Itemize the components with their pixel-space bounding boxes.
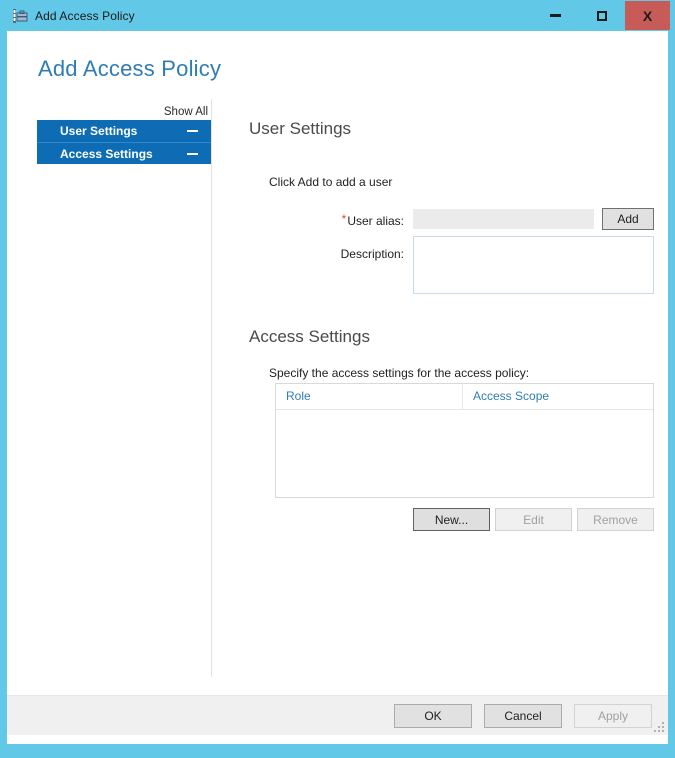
access-settings-actions: New... Edit Remove <box>413 508 654 531</box>
nav-list: User Settings Access Settings <box>37 120 211 164</box>
apply-button[interactable]: Apply <box>574 704 652 728</box>
window-controls: X <box>533 1 670 30</box>
listview-body <box>276 410 653 498</box>
close-icon: X <box>642 7 653 24</box>
required-marker: * <box>341 212 347 226</box>
description-textarea[interactable] <box>413 236 654 294</box>
section-title-user-settings: User Settings <box>249 119 352 138</box>
listview-header: Role Access Scope <box>276 384 653 410</box>
dialog-client-area: Add Access Policy Show All User Settings… <box>7 31 668 744</box>
sidebar-item-user-settings[interactable]: User Settings <box>37 120 211 142</box>
sidebar-item-label: Access Settings <box>60 146 153 161</box>
title-bar[interactable]: Add Access Policy X <box>0 0 675 31</box>
user-settings-hint: Click Add to add a user <box>269 175 393 189</box>
close-button[interactable]: X <box>625 1 670 30</box>
sidebar-item-label: User Settings <box>60 124 138 138</box>
minimize-button[interactable] <box>533 1 578 30</box>
page-title: Add Access Policy <box>38 56 222 81</box>
footer-buttons: OK Cancel Apply <box>394 704 652 728</box>
description-label: Description: <box>340 247 404 261</box>
collapse-minus-icon[interactable] <box>187 130 198 132</box>
window-title: Add Access Policy <box>35 8 135 23</box>
remove-button[interactable]: Remove <box>577 508 654 531</box>
nav-content-divider <box>211 99 212 677</box>
dialog-footer: OK Cancel Apply <box>7 695 668 735</box>
edit-button[interactable]: Edit <box>495 508 572 531</box>
user-alias-input[interactable] <box>413 209 594 229</box>
settings-nav: Show All User Settings Access Settings <box>37 102 211 164</box>
add-user-button[interactable]: Add <box>602 208 654 230</box>
show-all-link[interactable]: Show All <box>164 106 208 118</box>
title-bar-left: Add Access Policy <box>12 0 135 31</box>
ok-button[interactable]: OK <box>394 704 472 728</box>
resize-grip[interactable] <box>652 720 664 732</box>
column-header-role[interactable]: Role <box>276 384 462 409</box>
collapse-minus-icon[interactable] <box>187 152 198 155</box>
new-button[interactable]: New... <box>413 508 490 531</box>
minimize-icon <box>550 14 561 17</box>
section-title-access-settings: Access Settings <box>249 327 370 346</box>
maximize-icon <box>596 10 607 21</box>
cancel-button[interactable]: Cancel <box>484 704 562 728</box>
dialog-window: Add Access Policy X Add Access Policy Sh… <box>0 0 675 758</box>
show-all-row: Show All <box>37 102 211 118</box>
column-header-access-scope[interactable]: Access Scope <box>462 384 653 409</box>
sidebar-item-access-settings[interactable]: Access Settings <box>37 142 211 164</box>
user-alias-label: *User alias: <box>269 212 404 228</box>
maximize-button[interactable] <box>579 1 624 30</box>
access-settings-hint: Specify the access settings for the acce… <box>269 366 530 380</box>
policy-toolbox-icon <box>13 8 28 23</box>
user-alias-label-text: User alias: <box>347 214 404 228</box>
access-settings-listview[interactable]: Role Access Scope <box>275 383 654 498</box>
